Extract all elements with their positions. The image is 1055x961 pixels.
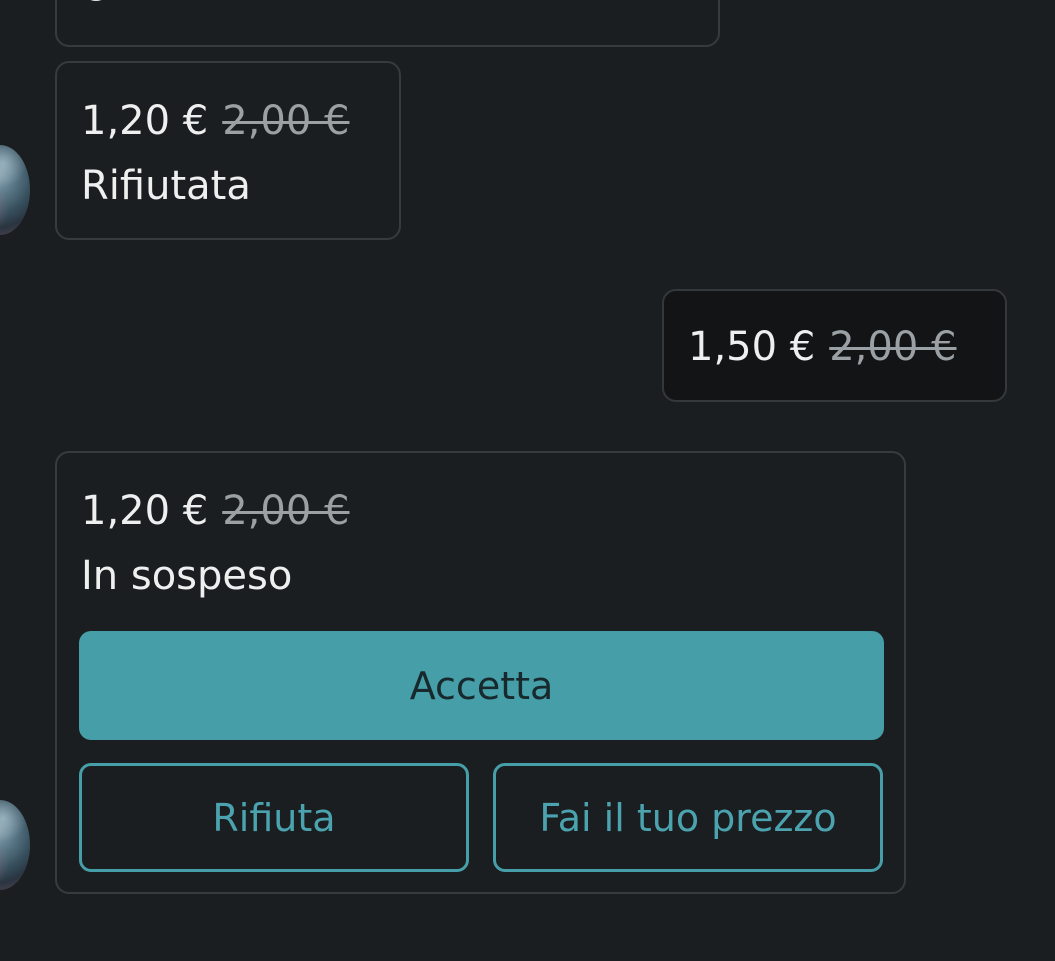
avatar[interactable]: [0, 145, 30, 235]
offer-status: Rifiutata: [81, 163, 251, 209]
chat-screen: Ultima visita un minuto fa 1,20 € 2,00 € …: [0, 0, 1055, 961]
clock-icon: [81, 0, 111, 1]
last-seen-bubble: Ultima visita un minuto fa: [55, 0, 720, 47]
accept-button[interactable]: Accetta: [79, 631, 884, 740]
offer-price-line: 1,50 € 2,00 €: [688, 323, 956, 371]
avatar[interactable]: [0, 800, 30, 890]
offer-price: 1,20 €: [81, 98, 209, 144]
original-price: 2,00 €: [829, 324, 957, 370]
reject-button[interactable]: Rifiuta: [79, 763, 469, 872]
offer-price-line: 1,20 € 2,00 €: [81, 487, 349, 535]
offer-price-line: 1,20 € 2,00 €: [81, 97, 349, 145]
original-price: 2,00 €: [222, 488, 350, 534]
last-seen-text: Ultima visita un minuto fa: [129, 0, 622, 8]
counter-offer-button[interactable]: Fai il tuo prezzo: [493, 763, 883, 872]
last-seen-line: Ultima visita un minuto fa: [81, 0, 622, 8]
offer-price: 1,50 €: [688, 324, 816, 370]
offer-message-pending: 1,20 €2,00 € In sospeso Accetta Rifiuta …: [55, 451, 906, 894]
original-price: 2,00 €: [222, 98, 350, 144]
offer-message-rejected: 1,20 € 2,00 € Rifiutata: [55, 61, 401, 240]
offer-price: 1,20 €: [81, 488, 209, 534]
offer-status: In sospeso: [81, 553, 293, 599]
own-offer-message: 1,50 € 2,00 €: [662, 289, 1007, 402]
